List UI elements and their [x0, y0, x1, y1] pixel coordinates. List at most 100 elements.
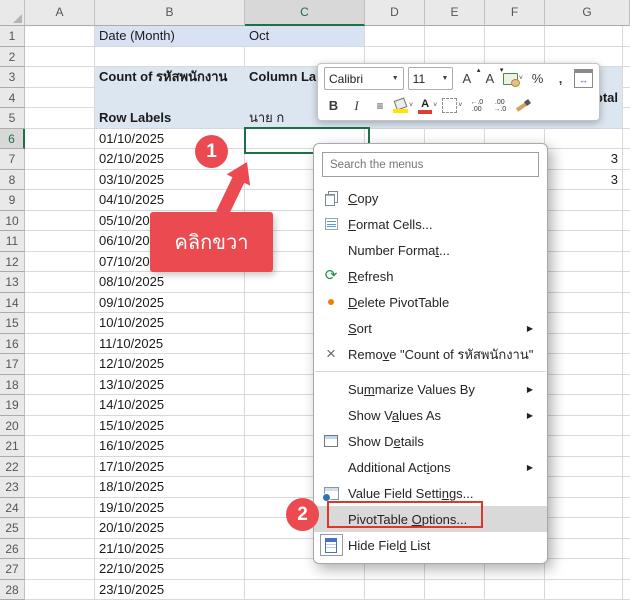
cell-E1[interactable] [425, 26, 485, 47]
cell-B4[interactable] [95, 88, 245, 109]
cell-H9[interactable] [623, 190, 630, 211]
cell-A23[interactable] [25, 477, 95, 498]
decrease-decimal-button[interactable]: .00→.0 [490, 95, 509, 117]
cell-H15[interactable] [623, 313, 630, 334]
cell-G19[interactable] [545, 395, 623, 416]
cell-G12[interactable] [545, 252, 623, 273]
cell-B21[interactable]: 16/10/2025 [95, 436, 245, 457]
cell-A2[interactable] [25, 47, 95, 68]
row-header-1[interactable]: 1 [0, 26, 25, 47]
cell-A6[interactable] [25, 129, 95, 150]
column-header-e[interactable]: E [425, 0, 485, 26]
cell-G8[interactable]: 3 [545, 170, 623, 191]
select-all-corner[interactable] [0, 0, 25, 26]
row-header-19[interactable]: 19 [0, 395, 25, 416]
cell-G11[interactable] [545, 231, 623, 252]
cell-A17[interactable] [25, 354, 95, 375]
row-header-2[interactable]: 2 [0, 47, 25, 68]
cell-G14[interactable] [545, 293, 623, 314]
cell-H23[interactable] [623, 477, 630, 498]
cell-B23[interactable]: 18/10/2025 [95, 477, 245, 498]
cell-H13[interactable] [623, 272, 630, 293]
cell-H19[interactable] [623, 395, 630, 416]
menu-item-show-values-as[interactable]: Show Values As▶ [314, 402, 547, 428]
row-header-8[interactable]: 8 [0, 170, 25, 191]
cell-G9[interactable] [545, 190, 623, 211]
cell-H17[interactable] [623, 354, 630, 375]
cell-B25[interactable]: 20/10/2025 [95, 518, 245, 539]
cell-H22[interactable] [623, 457, 630, 478]
cell-H12[interactable] [623, 252, 630, 273]
cell-B22[interactable]: 17/10/2025 [95, 457, 245, 478]
cell-G26[interactable] [545, 539, 623, 560]
cell-H8[interactable] [623, 170, 630, 191]
column-width-button[interactable]: ↔ [574, 68, 593, 90]
row-header-18[interactable]: 18 [0, 375, 25, 396]
cell-H3[interactable] [623, 67, 630, 88]
cell-B17[interactable]: 12/10/2025 [95, 354, 245, 375]
cell-C1[interactable]: Oct [245, 26, 365, 47]
cell-A22[interactable] [25, 457, 95, 478]
cell-H14[interactable] [623, 293, 630, 314]
cell-H7[interactable] [623, 149, 630, 170]
cell-H26[interactable] [623, 539, 630, 560]
italic-button[interactable]: I [347, 95, 366, 117]
row-header-26[interactable]: 26 [0, 539, 25, 560]
cell-B5[interactable]: Row Labels [95, 108, 245, 129]
menu-item-remove-count-field[interactable]: ×Remove "Count of รหัสพนักงาน" [314, 341, 547, 367]
font-size-combo[interactable]: 11 ▼ [408, 67, 454, 90]
cell-B24[interactable]: 19/10/2025 [95, 498, 245, 519]
row-header-22[interactable]: 22 [0, 457, 25, 478]
row-header-28[interactable]: 28 [0, 580, 25, 600]
column-header-d[interactable]: D [365, 0, 425, 26]
cell-B26[interactable]: 21/10/2025 [95, 539, 245, 560]
cell-B3[interactable]: Count of รหัสพนักงาน [95, 67, 245, 88]
row-header-5[interactable]: 5 [0, 108, 25, 129]
row-header-6[interactable]: 6 [0, 129, 25, 150]
font-color-button[interactable]: A ˅ [418, 95, 438, 117]
row-header-27[interactable]: 27 [0, 559, 25, 580]
shrink-font-button[interactable]: A [480, 68, 499, 90]
bold-button[interactable]: B [324, 95, 343, 117]
cell-G25[interactable] [545, 518, 623, 539]
row-header-16[interactable]: 16 [0, 334, 25, 355]
row-header-15[interactable]: 15 [0, 313, 25, 334]
cell-F28[interactable] [485, 580, 545, 600]
cell-G23[interactable] [545, 477, 623, 498]
cell-A1[interactable] [25, 26, 95, 47]
cell-H1[interactable] [623, 26, 630, 47]
cell-B19[interactable]: 14/10/2025 [95, 395, 245, 416]
cell-G7[interactable]: 3 [545, 149, 623, 170]
cell-A3[interactable] [25, 67, 95, 88]
cell-G15[interactable] [545, 313, 623, 334]
column-header-g[interactable]: G [545, 0, 630, 26]
cell-H25[interactable] [623, 518, 630, 539]
cell-B20[interactable]: 15/10/2025 [95, 416, 245, 437]
cell-B2[interactable] [95, 47, 245, 68]
cell-H20[interactable] [623, 416, 630, 437]
fill-color-button[interactable]: ˅ [393, 95, 414, 117]
cell-H5[interactable] [623, 108, 630, 129]
cell-A12[interactable] [25, 252, 95, 273]
comma-style-button[interactable]: , [551, 68, 570, 90]
cell-F1[interactable] [485, 26, 545, 47]
row-header-20[interactable]: 20 [0, 416, 25, 437]
cell-A18[interactable] [25, 375, 95, 396]
cell-H24[interactable] [623, 498, 630, 519]
cell-G22[interactable] [545, 457, 623, 478]
row-header-12[interactable]: 12 [0, 252, 25, 273]
menu-item-show-details[interactable]: Show Details [314, 428, 547, 454]
cell-B15[interactable]: 10/10/2025 [95, 313, 245, 334]
cell-G6[interactable] [545, 129, 623, 150]
format-painter-button[interactable] [513, 95, 532, 117]
cell-B13[interactable]: 08/10/2025 [95, 272, 245, 293]
cell-B28[interactable]: 23/10/2025 [95, 580, 245, 600]
column-header-a[interactable]: A [25, 0, 95, 26]
cell-A27[interactable] [25, 559, 95, 580]
row-header-24[interactable]: 24 [0, 498, 25, 519]
cell-A10[interactable] [25, 211, 95, 232]
cell-D1[interactable] [365, 26, 425, 47]
cell-A25[interactable] [25, 518, 95, 539]
cell-A5[interactable] [25, 108, 95, 129]
cell-A9[interactable] [25, 190, 95, 211]
